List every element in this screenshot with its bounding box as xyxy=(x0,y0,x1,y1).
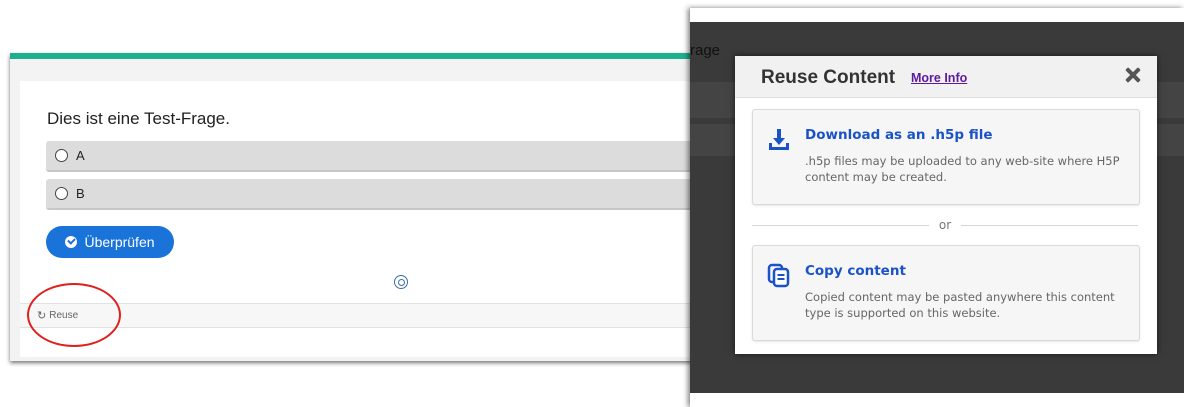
check-circle-icon xyxy=(65,236,78,248)
divider-line xyxy=(961,224,1138,226)
background-top-strip xyxy=(690,8,1184,22)
divider-label: or xyxy=(938,218,952,232)
spinner-icon xyxy=(394,275,408,289)
divider-line xyxy=(752,224,929,226)
answer-label: B xyxy=(76,186,85,201)
highlight-annotation-ellipse xyxy=(27,283,121,347)
copy-option-title: Copy content xyxy=(805,263,906,279)
copy-option-description: Copied content may be pasted anywhere th… xyxy=(805,290,1115,320)
content-footer-bar: ↻ Reuse xyxy=(20,303,705,328)
copy-content-option[interactable]: Copy content Copied content may be paste… xyxy=(752,245,1140,341)
download-h5p-option[interactable]: Download as an .h5p file .h5p files may … xyxy=(752,109,1140,205)
dialog-header: Reuse Content More Info xyxy=(735,56,1157,98)
question-card: Dies ist eine Test-Frage. A B Überprüfen… xyxy=(20,81,706,357)
screenshot-stage: Dies ist eine Test-Frage. A B Überprüfen… xyxy=(0,0,1184,407)
download-option-description: .h5p files may be uploaded to any web-si… xyxy=(805,154,1120,184)
download-icon xyxy=(769,129,789,150)
radio-icon[interactable] xyxy=(55,187,68,200)
background-bottom-strip xyxy=(690,393,1184,407)
reuse-content-dialog: Reuse Content More Info Download as an .… xyxy=(735,56,1157,354)
check-answer-button[interactable]: Überprüfen xyxy=(46,226,174,258)
reuse-dialog-screenshot: rage Reuse Content More Info Download as… xyxy=(690,8,1184,407)
question-text: Dies ist eine Test-Frage. xyxy=(47,109,230,128)
answer-option-b[interactable]: B xyxy=(46,179,706,210)
check-button-label: Überprüfen xyxy=(84,234,155,250)
or-divider: or xyxy=(752,217,1138,233)
answer-label: A xyxy=(76,148,85,163)
dialog-title: Reuse Content xyxy=(761,67,896,88)
answer-option-a[interactable]: A xyxy=(46,141,706,172)
download-option-title: Download as an .h5p file xyxy=(805,127,993,143)
close-icon[interactable] xyxy=(1124,66,1142,84)
radio-icon[interactable] xyxy=(55,149,68,162)
more-info-link[interactable]: More Info xyxy=(911,71,967,85)
copy-icon xyxy=(767,263,790,288)
background-question-fragment: rage xyxy=(690,42,721,59)
